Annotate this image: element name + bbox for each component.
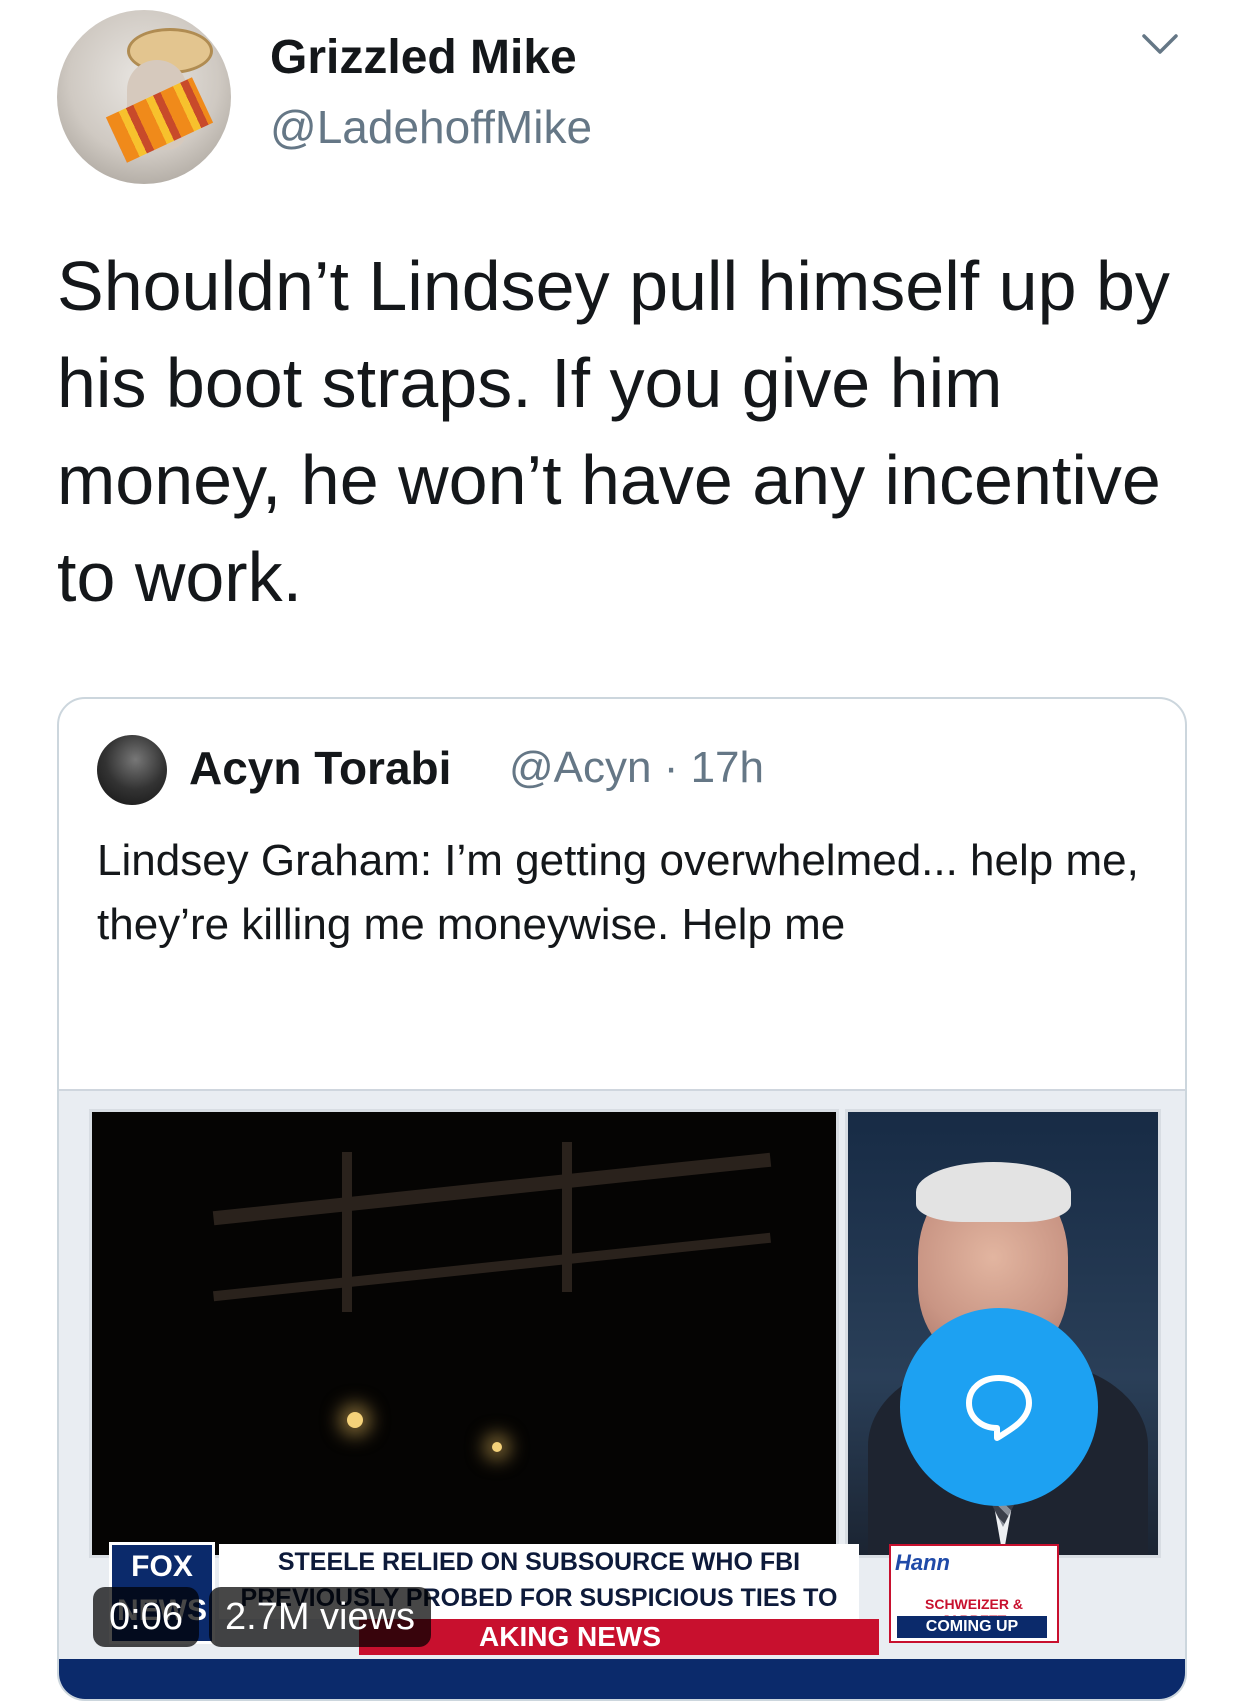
news-ticker <box>59 1659 1185 1699</box>
night-light <box>492 1442 502 1452</box>
quoted-tweet-text: Lindsey Graham: I’m getting overwhelmed.… <box>97 836 1139 949</box>
video-left-panel <box>89 1109 839 1558</box>
show-badge: Hann SCHWEIZER & JARRETT COMING UP <box>889 1544 1059 1643</box>
quoted-author-avatar <box>97 735 167 805</box>
structure-post <box>562 1142 572 1292</box>
structure-beam <box>213 1232 771 1302</box>
breaking-news-banner: AKING NEWS <box>359 1619 879 1655</box>
speaker-hair <box>916 1162 1071 1222</box>
coming-up-label: COMING UP <box>897 1616 1047 1638</box>
compose-reply-button[interactable] <box>900 1308 1098 1506</box>
show-name: Hann <box>895 1550 950 1575</box>
author-handle[interactable]: @LadehoffMike <box>270 100 592 154</box>
author-name[interactable]: Grizzled Mike <box>270 30 577 85</box>
structure-post <box>342 1152 352 1312</box>
background-line <box>59 1089 1185 1091</box>
chevron-down-icon[interactable] <box>1140 30 1180 60</box>
quoted-author-name: Acyn Torabi <box>189 742 452 794</box>
video-time: 0:06 <box>93 1587 199 1647</box>
tweet-text: Shouldn’t Lindsey pull himself up by his… <box>57 247 1170 616</box>
chat-bubble-icon <box>966 1375 1032 1441</box>
author-avatar[interactable] <box>57 10 231 184</box>
night-light <box>347 1412 363 1428</box>
video-views: 2.7M views <box>209 1587 432 1647</box>
quoted-tweet[interactable]: Acyn Torabi @Acyn · 17h Lindsey Graham: … <box>57 697 1187 1701</box>
structure-beam <box>212 1152 772 1226</box>
quoted-handle-time: @Acyn · 17h <box>509 743 764 792</box>
